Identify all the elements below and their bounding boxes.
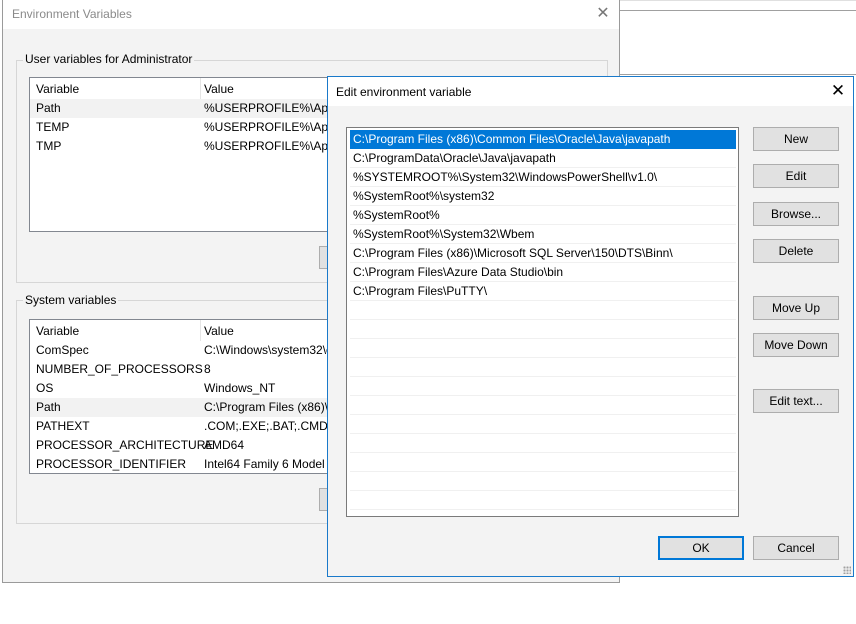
column-header-variable[interactable]: Variable <box>36 82 79 96</box>
variable-value: C:\Windows\system32\cmd.exe <box>204 343 338 357</box>
path-entry[interactable] <box>350 415 736 434</box>
column-separator[interactable] <box>200 320 201 341</box>
path-entry[interactable]: %SystemRoot%\System32\Wbem <box>350 225 736 244</box>
close-icon[interactable]: ✕ <box>829 82 847 100</box>
variable-value: 8 <box>204 362 211 376</box>
variable-value: %USERPROFILE%\AppData\Local\Temp <box>204 139 338 153</box>
path-entry[interactable]: C:\Program Files\Azure Data Studio\bin <box>350 263 736 282</box>
table-row[interactable]: OS Windows_NT <box>30 379 338 398</box>
path-entry[interactable]: C:\Program Files (x86)\Microsoft SQL Ser… <box>350 244 736 263</box>
variable-value: Windows_NT <box>204 381 276 395</box>
variable-name: NUMBER_OF_PROCESSORS <box>36 362 203 376</box>
table-row[interactable]: NUMBER_OF_PROCESSORS 8 <box>30 360 338 379</box>
table-row[interactable]: TMP %USERPROFILE%\AppData\Local\Temp <box>30 137 338 156</box>
path-entry[interactable]: %SystemRoot%\system32 <box>350 187 736 206</box>
path-entry[interactable]: %SystemRoot% <box>350 206 736 225</box>
path-entry[interactable] <box>350 434 736 453</box>
title-bar: Environment Variables ✕ <box>3 0 619 29</box>
table-row[interactable]: TEMP %USERPROFILE%\AppData\Local\Temp <box>30 118 338 137</box>
user-variables-label: User variables for Administrator <box>23 52 195 66</box>
divider <box>620 10 856 11</box>
edit-environment-variable-dialog: Edit environment variable ✕ C:\Program F… <box>327 76 854 577</box>
path-entry[interactable] <box>350 377 736 396</box>
path-entry[interactable] <box>350 491 736 510</box>
dialog-title: Environment Variables <box>12 7 132 21</box>
system-variables-list[interactable]: Variable Value ComSpec C:\Windows\system3… <box>29 319 339 474</box>
path-entry[interactable] <box>350 339 736 358</box>
move-up-button[interactable]: Move Up <box>753 296 839 320</box>
path-entry[interactable] <box>350 301 736 320</box>
path-entry[interactable]: %SYSTEMROOT%\System32\WindowsPowerShell\… <box>350 168 736 187</box>
cancel-button[interactable]: Cancel <box>753 536 839 560</box>
variable-name: Path <box>36 101 61 115</box>
variable-name: PATHEXT <box>36 419 90 433</box>
path-entry[interactable] <box>350 453 736 472</box>
browse-button[interactable]: Browse... <box>753 202 839 226</box>
variable-name: PROCESSOR_IDENTIFIER <box>36 457 187 471</box>
column-header-value[interactable]: Value <box>204 324 234 338</box>
variable-name: TEMP <box>36 120 70 134</box>
variable-name: Path <box>36 400 61 414</box>
edit-text-button[interactable]: Edit text... <box>753 389 839 413</box>
system-variables-label: System variables <box>23 293 119 307</box>
column-header-variable[interactable]: Variable <box>36 324 79 338</box>
delete-button[interactable]: Delete <box>753 239 839 263</box>
table-row[interactable]: Path %USERPROFILE%\AppData\Local\Microsof… <box>30 99 338 118</box>
path-entry[interactable] <box>350 358 736 377</box>
variable-value: %USERPROFILE%\AppData\Local\Temp <box>204 120 338 134</box>
list-header: Variable Value <box>30 78 338 99</box>
move-down-button[interactable]: Move Down <box>753 333 839 357</box>
path-entry[interactable]: C:\Program Files\PuTTY\ <box>350 282 736 301</box>
ok-button[interactable]: OK <box>658 536 744 560</box>
table-row[interactable]: PATHEXT .COM;.EXE;.BAT;.CMD;.VBS;.VBE;.JS… <box>30 417 338 436</box>
title-bar: Edit environment variable ✕ <box>328 77 853 106</box>
divider <box>620 74 856 75</box>
table-row[interactable]: ComSpec C:\Windows\system32\cmd.exe <box>30 341 338 360</box>
table-row[interactable]: Path C:\Program Files (x86)\Common Files\… <box>30 398 338 417</box>
list-header: Variable Value <box>30 320 338 341</box>
variable-value: C:\Program Files (x86)\Common Files\Orac… <box>204 400 338 414</box>
path-entries-list[interactable]: C:\Program Files (x86)\Common Files\Orac… <box>346 127 739 517</box>
variable-value: %USERPROFILE%\AppData\Local\Microsoft\Wi… <box>204 101 339 115</box>
user-variables-list[interactable]: Variable Value Path %USERPROFILE%\AppData… <box>29 77 339 232</box>
variable-name: ComSpec <box>36 343 89 357</box>
column-header-value[interactable]: Value <box>204 82 234 96</box>
variable-value: Intel64 Family 6 Model <box>204 457 325 471</box>
new-button[interactable]: New <box>753 127 839 151</box>
variable-value: AMD64 <box>204 438 245 452</box>
path-entry[interactable]: C:\Program Files (x86)\Common Files\Orac… <box>350 130 736 149</box>
edit-button[interactable]: Edit <box>753 164 839 188</box>
variable-value: .COM;.EXE;.BAT;.CMD;.VBS;.VBE;.JS;.JSE;.… <box>204 419 338 433</box>
path-entry[interactable] <box>350 472 736 491</box>
path-entry[interactable] <box>350 320 736 339</box>
resize-grip-icon[interactable] <box>843 566 851 574</box>
path-entry[interactable]: C:\ProgramData\Oracle\Java\javapath <box>350 149 736 168</box>
variable-name: TMP <box>36 139 62 153</box>
column-separator[interactable] <box>200 78 201 99</box>
background-window <box>619 0 856 75</box>
table-row[interactable]: PROCESSOR_IDENTIFIER Intel64 Family 6 Mod… <box>30 455 338 473</box>
variable-name: PROCESSOR_ARCHITECTURE <box>36 438 214 452</box>
variable-name: OS <box>36 381 54 395</box>
dialog-title: Edit environment variable <box>336 85 472 99</box>
divider <box>620 0 856 1</box>
path-entry[interactable] <box>350 396 736 415</box>
table-row[interactable]: PROCESSOR_ARCHITECTURE AMD64 <box>30 436 338 455</box>
close-icon[interactable]: ✕ <box>594 5 612 23</box>
